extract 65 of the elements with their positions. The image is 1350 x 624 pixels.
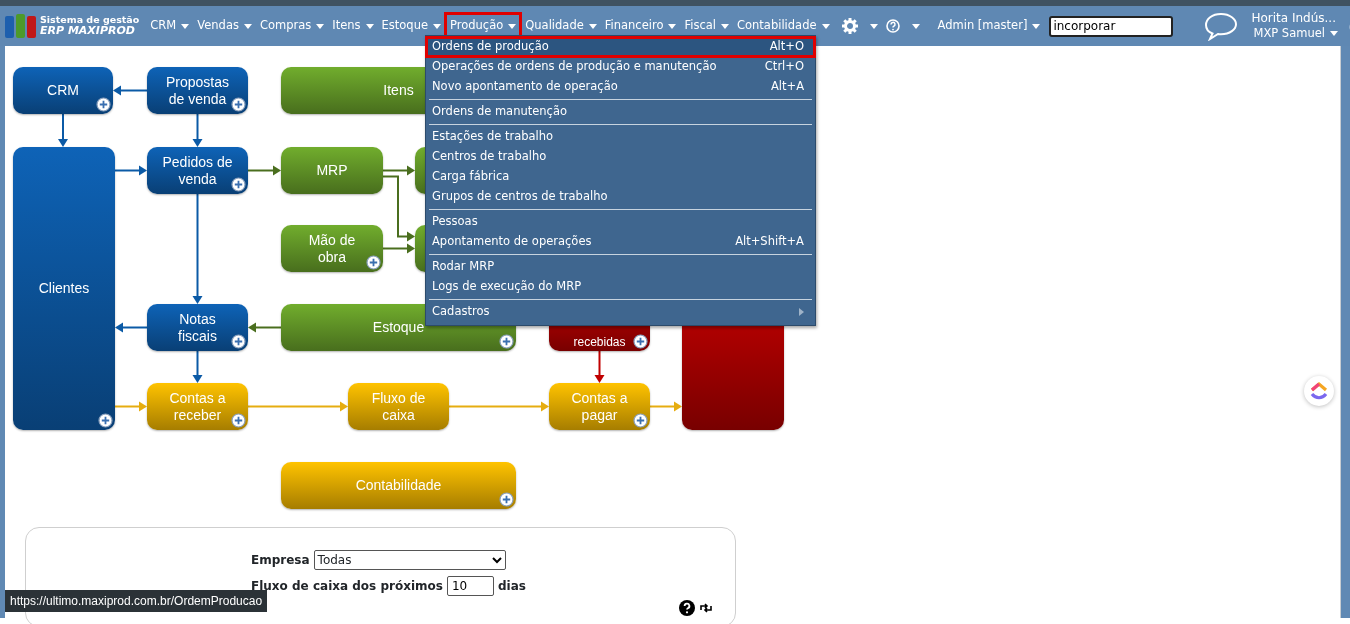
- unit-label: dias: [497, 578, 526, 595]
- user-menu[interactable]: MXP Samuel: [1253, 26, 1338, 41]
- add-icon[interactable]: [366, 255, 381, 270]
- shortcut-text: Ctrl+O: [764, 58, 804, 76]
- add-icon[interactable]: [633, 334, 648, 349]
- admin-menu[interactable]: Admin [master]: [932, 13, 1046, 39]
- diagram-node[interactable]: Pedidos de venda: [147, 147, 248, 194]
- shortcut-text: Alt+O: [769, 38, 804, 56]
- field-label: Empresa: [251, 552, 310, 569]
- days-field[interactable]: 10: [446, 576, 494, 596]
- shortcut-text: Alt+A: [770, 78, 804, 96]
- add-icon[interactable]: [231, 177, 246, 192]
- menu-item[interactable]: Ordens de produção Alt+O: [426, 37, 815, 57]
- menu-item[interactable]: Logs de execução do MRP: [426, 277, 815, 297]
- status-url-tooltip: https://ultimo.maxiprod.com.br/OrdemProducao: [5, 590, 268, 612]
- chevron-logo-icon[interactable]: [1309, 381, 1329, 401]
- settings-icon[interactable]: [841, 18, 858, 34]
- add-icon[interactable]: [231, 413, 246, 428]
- connector-arrow: [58, 113, 68, 147]
- menu-item[interactable]: Ordens de manutenção: [426, 102, 815, 122]
- chat-icon[interactable]: [1203, 11, 1240, 41]
- nav-menu[interactable]: CRM: [145, 13, 195, 39]
- company-name: Horita Indús...: [1251, 11, 1336, 27]
- add-icon[interactable]: [96, 97, 111, 112]
- refresh-icon[interactable]: [699, 601, 713, 615]
- connector-arrow: [247, 165, 281, 176]
- menu-item[interactable]: Grupos de centros de trabalho: [426, 187, 815, 207]
- logo-icon: [5, 14, 36, 38]
- add-icon[interactable]: [499, 492, 514, 507]
- add-icon[interactable]: [98, 413, 113, 428]
- shortcut-text: Alt+Shift+A: [735, 233, 804, 251]
- nav-menu[interactable]: Vendas: [192, 13, 257, 39]
- search-field[interactable]: incorporar: [1049, 15, 1174, 37]
- diagram-node[interactable]: Notas fiscais: [147, 304, 248, 351]
- menu-item[interactable]: Rodar MRP: [426, 257, 815, 277]
- connector-arrow: [113, 85, 148, 96]
- add-icon[interactable]: [231, 334, 246, 349]
- diagram-node[interactable]: Mão de obra: [281, 225, 383, 272]
- add-icon[interactable]: [499, 334, 514, 349]
- menu-item[interactable]: Carga fábrica: [426, 167, 815, 187]
- brand-subtitle: Sistema de gestão: [40, 15, 140, 26]
- diagram-node[interactable]: Clientes: [13, 147, 115, 430]
- add-icon[interactable]: [633, 413, 648, 428]
- add-icon[interactable]: [231, 97, 246, 112]
- menu-item[interactable]: Pessoas: [426, 212, 815, 232]
- connector-arrow: [649, 401, 682, 412]
- menu-item[interactable]: Apontamento de operações Alt+Shift+A: [426, 232, 815, 252]
- company-select[interactable]: Todas: [313, 550, 506, 570]
- diagram-node[interactable]: Propostas de venda: [147, 67, 248, 114]
- connector-arrow: [114, 165, 147, 176]
- connector-arrow: [192, 113, 203, 147]
- nav-menu[interactable]: Itens: [327, 13, 379, 39]
- chevron-down-icon[interactable]: [491, 556, 502, 564]
- diagram-node[interactable]: CRM: [13, 67, 113, 114]
- menu-item[interactable]: Centros de trabalho: [426, 147, 815, 167]
- nav-menu[interactable]: Compras: [254, 13, 330, 39]
- menu-item[interactable]: Estações de trabalho: [426, 127, 815, 147]
- connector-arrow: [192, 350, 203, 383]
- connector-arrow: [115, 322, 148, 333]
- brand-name: ERP MAXIPROD: [40, 25, 135, 37]
- diagram-node[interactable]: MRP: [281, 147, 383, 194]
- connector-arrow: [594, 350, 605, 383]
- connector-arrow: [114, 401, 147, 412]
- help-icon[interactable]: [679, 600, 695, 616]
- connector-arrow: [248, 322, 282, 333]
